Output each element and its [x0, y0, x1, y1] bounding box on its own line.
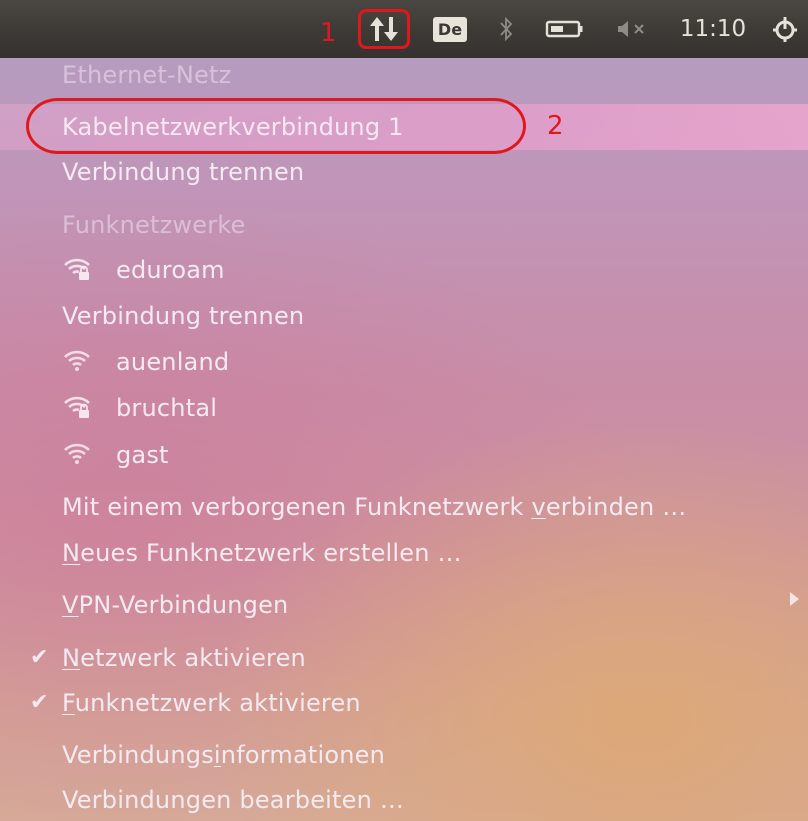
checkmark-icon: ✔ — [30, 645, 49, 670]
wifi-network-name: gast — [116, 441, 169, 469]
menu-item-label: nformationen — [220, 741, 386, 769]
annotation-label-1: 1 — [320, 18, 337, 48]
bluetooth-indicator[interactable] — [492, 0, 520, 58]
menu-item-mnemonic: i — [213, 741, 221, 769]
menu-item-label: etzwerk aktivieren — [80, 644, 306, 672]
wifi-icon — [64, 350, 90, 371]
menu-item-mnemonic: F — [62, 689, 75, 717]
wifi-network-name: auenland — [116, 348, 230, 376]
menu-item-enable-networking[interactable]: Netzwerk aktivieren — [62, 643, 306, 673]
wifi-network-name: eduroam — [116, 256, 225, 284]
menu-item-vpn-connections[interactable]: VPN-Verbindungen — [62, 590, 288, 620]
menu-header-ethernet: Ethernet-Netz — [62, 61, 232, 89]
menu-item-label: PN-Verbindungen — [78, 591, 289, 619]
network-indicator[interactable] — [356, 0, 412, 58]
menu-item-mnemonic: v — [531, 493, 546, 521]
annotation-box-1 — [358, 9, 410, 49]
keyboard-layout-indicator[interactable]: De — [430, 0, 470, 58]
annotation-oval-2 — [26, 98, 526, 154]
menu-item-mnemonic: N — [62, 644, 81, 672]
network-updown-icon — [370, 17, 398, 41]
checkmark-icon: ✔ — [30, 690, 49, 715]
wifi-secure-icon — [64, 258, 90, 280]
menu-header-wifi: Funknetzwerke — [62, 211, 246, 239]
menu-item-label: unknetzwerk aktivieren — [74, 689, 361, 717]
system-menu-indicator[interactable] — [762, 0, 808, 58]
sound-indicator[interactable] — [606, 0, 660, 58]
menu-item-create-network[interactable]: Neues Funknetzwerk erstellen … — [62, 538, 462, 568]
bluetooth-icon — [500, 16, 513, 42]
menu-item-label: eues Funknetzwerk erstellen … — [80, 539, 462, 567]
wifi-secure-icon — [64, 396, 90, 418]
keyboard-layout-label: De — [432, 16, 468, 42]
sound-muted-icon — [618, 21, 644, 37]
menu-item-connection-info[interactable]: Verbindungsinformationen — [62, 740, 385, 770]
wifi-icon — [64, 443, 90, 464]
power-gear-icon — [773, 17, 797, 42]
menu-item-enable-wifi[interactable]: Funknetzwerk aktivieren — [62, 688, 361, 718]
menu-item-mnemonic: N — [62, 539, 81, 567]
battery-indicator[interactable] — [537, 0, 593, 58]
menu-item-label: Mit einem verborgenen Funknetzwerk — [62, 493, 532, 521]
top-panel: 1 De 11:10 — [0, 0, 808, 58]
menu-item-wifi-disconnect[interactable]: Verbindung trennen — [62, 301, 304, 331]
annotation-label-2: 2 — [547, 111, 564, 141]
menu-item-mnemonic: V — [62, 591, 79, 619]
battery-icon — [545, 20, 583, 38]
wifi-network-name: bruchtal — [116, 394, 218, 422]
submenu-arrow-icon — [790, 592, 799, 606]
clock[interactable]: 11:10 — [668, 0, 758, 58]
menu-item-label: Verbindungs — [62, 741, 214, 769]
desktop-screen: 1 De 11:10 Ethernet-Netz Kabelnetzwerkve… — [0, 0, 808, 821]
menu-item-connect-hidden-network[interactable]: Mit einem verborgenen Funknetzwerk verbi… — [62, 492, 686, 522]
menu-item-wired-disconnect[interactable]: Verbindung trennen — [62, 157, 304, 187]
menu-item-label: erbinden … — [545, 493, 687, 521]
menu-item-edit-connections[interactable]: Verbindungen bearbeiten … — [62, 785, 404, 815]
